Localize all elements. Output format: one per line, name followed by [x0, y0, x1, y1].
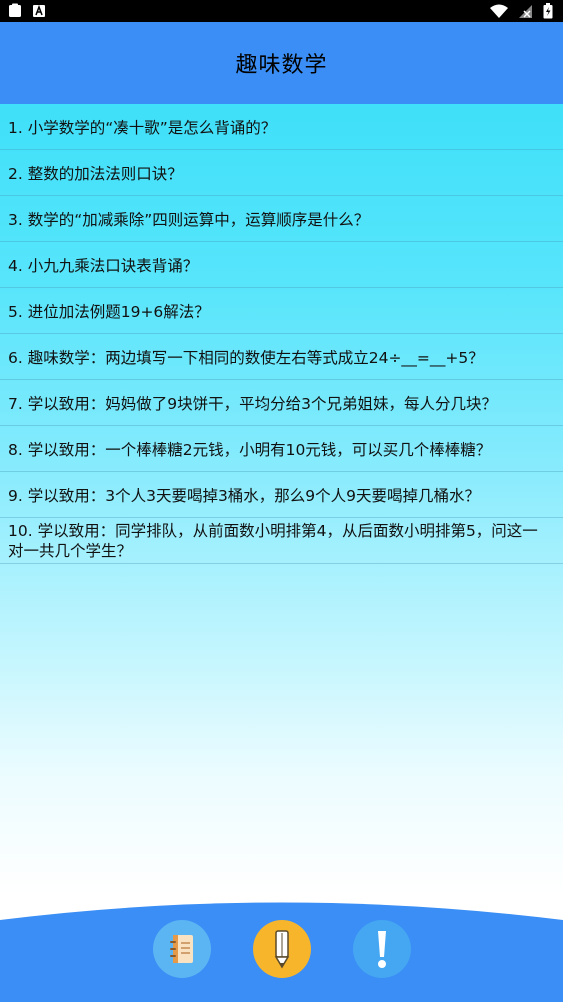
list-item[interactable]: 6. 趣味数学：两边填写一下相同的数使左右等式成立24÷__=__+5？: [0, 334, 563, 380]
notebook-button[interactable]: [153, 920, 211, 978]
status-bar: [0, 0, 563, 22]
exclamation-icon: [378, 931, 386, 968]
list-item[interactable]: 7. 学以致用：妈妈做了9块饼干，平均分给3个兄弟姐妹，每人分几块？: [0, 380, 563, 426]
notebook-icon: [170, 935, 193, 963]
question-list-area: 1. 小学数学的“凑十歌”是怎么背诵的？ 2. 整数的加法法则口诀？ 3. 数学…: [0, 104, 563, 1002]
list-item[interactable]: 5. 进位加法例题19+6解法？: [0, 288, 563, 334]
list-item[interactable]: 3. 数学的“加减乘除”四则运算中，运算顺序是什么？: [0, 196, 563, 242]
keyboard-a-icon: [33, 4, 45, 17]
list-item[interactable]: 1. 小学数学的“凑十歌”是怎么背诵的？: [0, 104, 563, 150]
question-list: 1. 小学数学的“凑十歌”是怎么背诵的？ 2. 整数的加法法则口诀？ 3. 数学…: [0, 104, 563, 564]
list-item[interactable]: 8. 学以致用：一个棒棒糖2元钱，小明有10元钱，可以买几个棒棒糖？: [0, 426, 563, 472]
pencil-icon: [274, 930, 290, 969]
clipboard-icon: [9, 3, 21, 17]
no-signal-icon: [519, 4, 532, 18]
battery-icon: [543, 3, 553, 19]
list-item[interactable]: 9. 学以致用：3个人3天要喝掉3桶水，那么9个人9天要喝掉几桶水？: [0, 472, 563, 518]
list-item[interactable]: 4. 小九九乘法口诀表背诵？: [0, 242, 563, 288]
app-header: 趣味数学: [0, 22, 563, 104]
page-title: 趣味数学: [235, 53, 328, 78]
pencil-button[interactable]: [253, 920, 311, 978]
list-item[interactable]: 10. 学以致用：同学排队，从前面数小明排第4，从后面数小明排第5，问这一对一共…: [0, 518, 563, 564]
list-item[interactable]: 2. 整数的加法法则口诀？: [0, 150, 563, 196]
info-button[interactable]: [353, 920, 411, 978]
wifi-icon: [490, 4, 508, 18]
